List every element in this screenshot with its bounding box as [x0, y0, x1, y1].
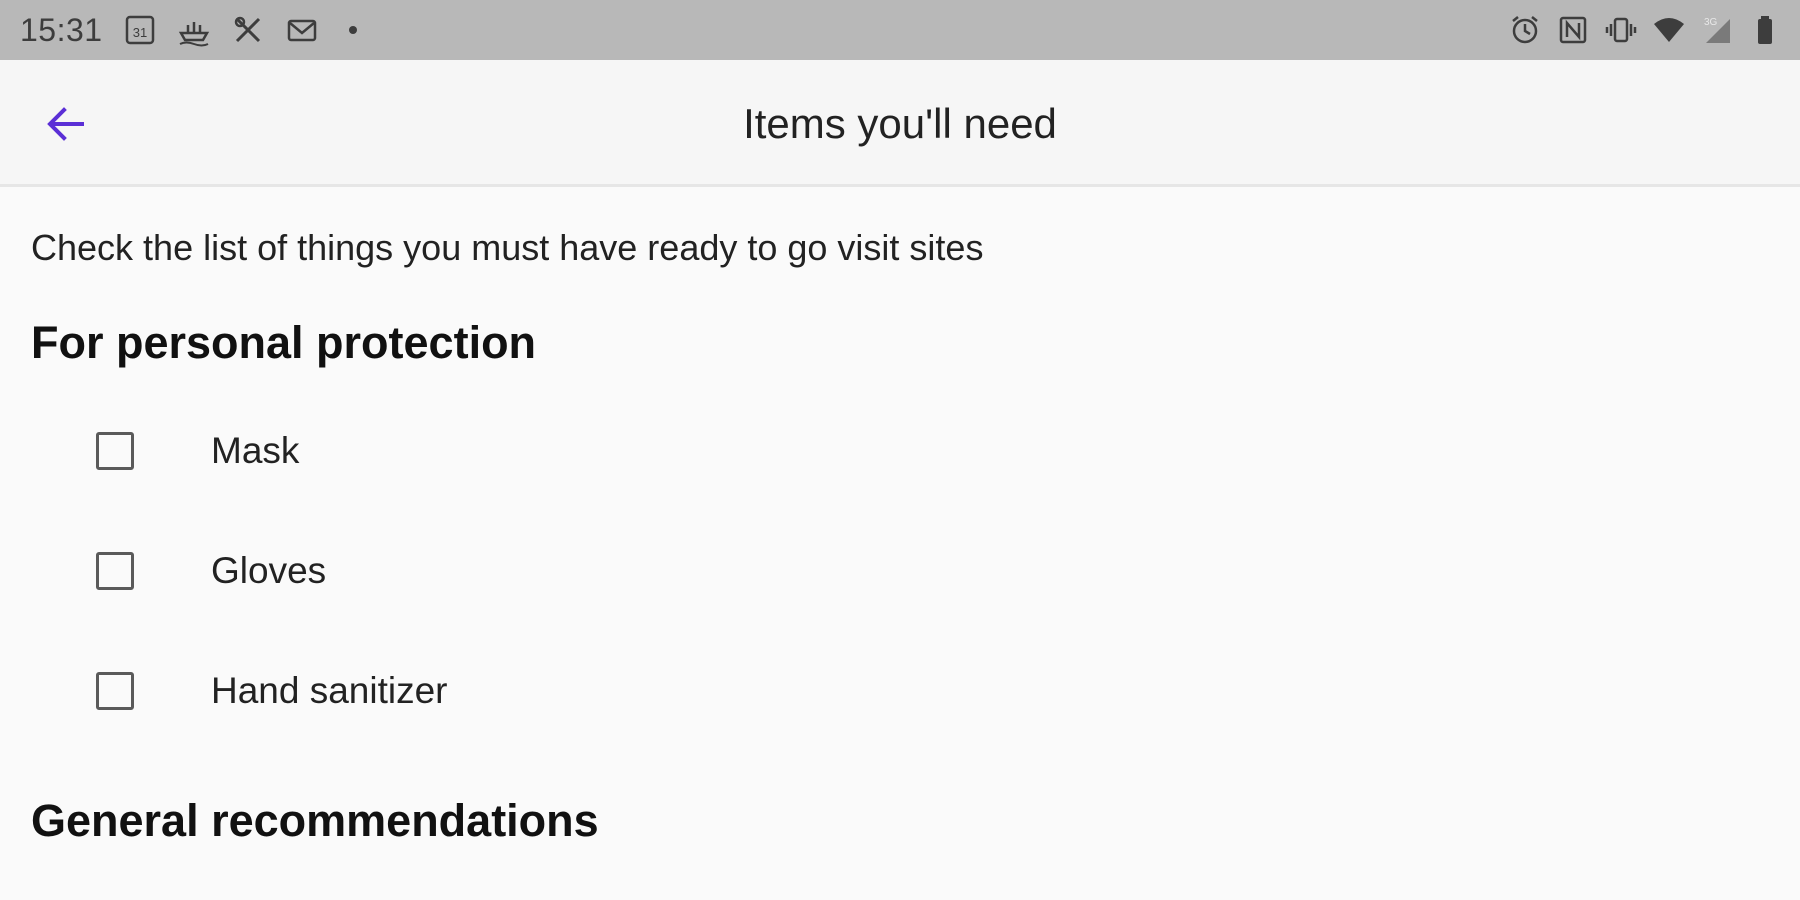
- hand-sanitizer-checkbox[interactable]: [96, 672, 134, 710]
- vibrate-icon: [1604, 13, 1638, 47]
- mail-icon: [285, 13, 319, 47]
- gloves-checkbox[interactable]: [96, 552, 134, 590]
- battery-icon: [1748, 13, 1782, 47]
- page-title: Items you'll need: [743, 100, 1057, 147]
- checklist-item-label: Gloves: [211, 550, 327, 591]
- checklist-item-mask[interactable]: Mask: [96, 421, 796, 481]
- intro-text: Check the list of things you must have r…: [31, 227, 984, 268]
- status-left: 15:31 31: [20, 0, 357, 60]
- main-content: Check the list of things you must have r…: [0, 187, 1800, 900]
- mask-checkbox[interactable]: [96, 432, 134, 470]
- alarm-icon: [1508, 13, 1542, 47]
- checklist-item-gloves[interactable]: Gloves: [96, 541, 796, 601]
- checklist-item-label: Hand sanitizer: [211, 670, 448, 711]
- status-bar: 15:31 31 3G: [0, 0, 1800, 60]
- notification-dot-icon: [348, 26, 357, 34]
- status-right: 3G: [1508, 0, 1782, 60]
- nfc-icon: [1556, 13, 1590, 47]
- signal-icon: 3G: [1700, 13, 1734, 47]
- calendar-day: 31: [132, 25, 146, 40]
- section-title-personal-protection: For personal protection: [31, 317, 537, 368]
- section-title-general-recommendations: General recommendations: [31, 795, 599, 846]
- status-time: 15:31: [20, 11, 103, 48]
- calendar-icon: 31: [123, 13, 157, 47]
- checklist-item-hand-sanitizer[interactable]: Hand sanitizer: [96, 661, 796, 721]
- checklist-item-label: Mask: [211, 430, 300, 471]
- boat-icon: [177, 13, 211, 47]
- network-type: 3G: [1704, 17, 1718, 28]
- app-bar: Items you'll need: [0, 60, 1800, 187]
- wifi-icon: [1652, 13, 1686, 47]
- tools-icon: [231, 13, 265, 47]
